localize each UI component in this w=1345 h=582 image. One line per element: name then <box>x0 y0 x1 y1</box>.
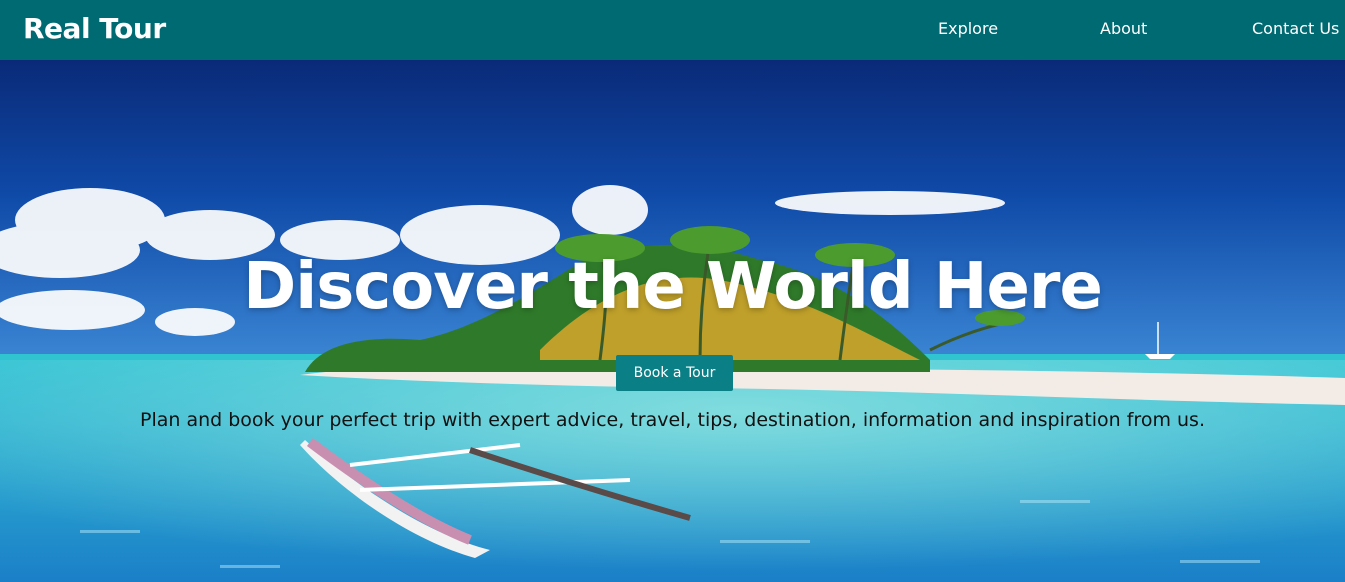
nav-explore[interactable]: Explore <box>938 19 998 38</box>
hero-tagline: Plan and book your perfect trip with exp… <box>140 409 1205 431</box>
navbar: Real Tour Explore About Contact Us <box>0 0 1345 60</box>
nav-contact-us[interactable]: Contact Us <box>1252 19 1339 38</box>
hero-headline: Discover the World Here <box>243 250 1103 324</box>
nav-about[interactable]: About <box>1100 19 1147 38</box>
book-tour-button[interactable]: Book a Tour <box>616 355 733 391</box>
brand-logo[interactable]: Real Tour <box>23 12 166 45</box>
